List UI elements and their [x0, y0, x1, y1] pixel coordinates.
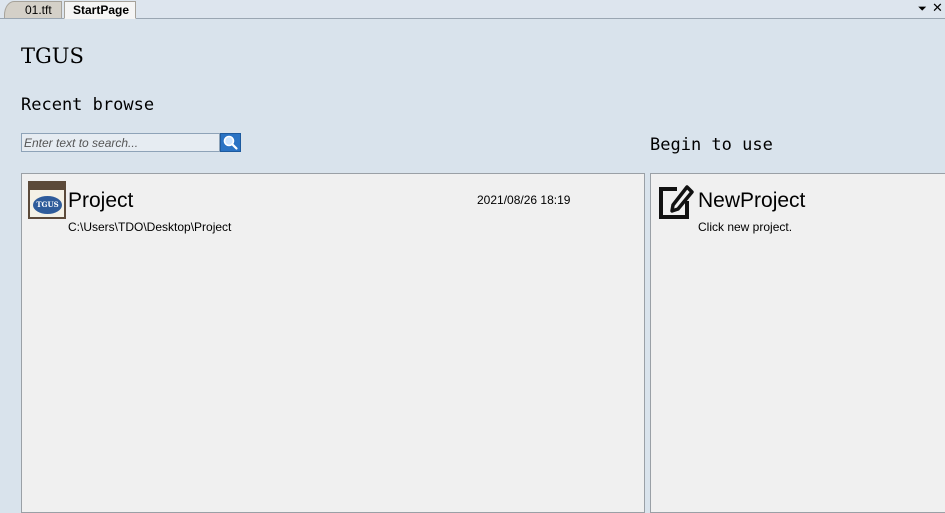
- project-date: 2021/08/26 18:19: [477, 193, 571, 207]
- new-project-label: NewProject: [698, 189, 806, 212]
- search-button[interactable]: [220, 133, 241, 152]
- search-input[interactable]: [21, 133, 220, 152]
- tab-01-tft[interactable]: 01.tft: [4, 1, 62, 18]
- tab-startpage[interactable]: StartPage: [64, 1, 136, 19]
- recent-projects-panel: TGUS Project 2021/08/26 18:19 C:\Users\T…: [21, 173, 645, 513]
- app-brand-title: TGUS: [21, 44, 84, 68]
- new-project-description: Click new project.: [698, 220, 793, 234]
- edit-icon: [659, 185, 694, 219]
- project-path: C:\Users\TDO\Desktop\Project: [68, 220, 232, 234]
- begin-to-use-title: Begin to use: [650, 135, 773, 155]
- tab-strip: 01.tft StartPage ⏷ ✕: [0, 0, 945, 19]
- close-tab-icon[interactable]: ✕: [932, 1, 943, 15]
- begin-panel: NewProject Click new project.: [650, 173, 945, 513]
- search-icon: [223, 135, 238, 150]
- project-name: Project: [68, 189, 134, 212]
- project-logo-icon: TGUS: [28, 181, 66, 219]
- recent-browse-title: Recent browse: [21, 95, 155, 115]
- tab-list-dropdown-icon[interactable]: ⏷: [918, 2, 927, 16]
